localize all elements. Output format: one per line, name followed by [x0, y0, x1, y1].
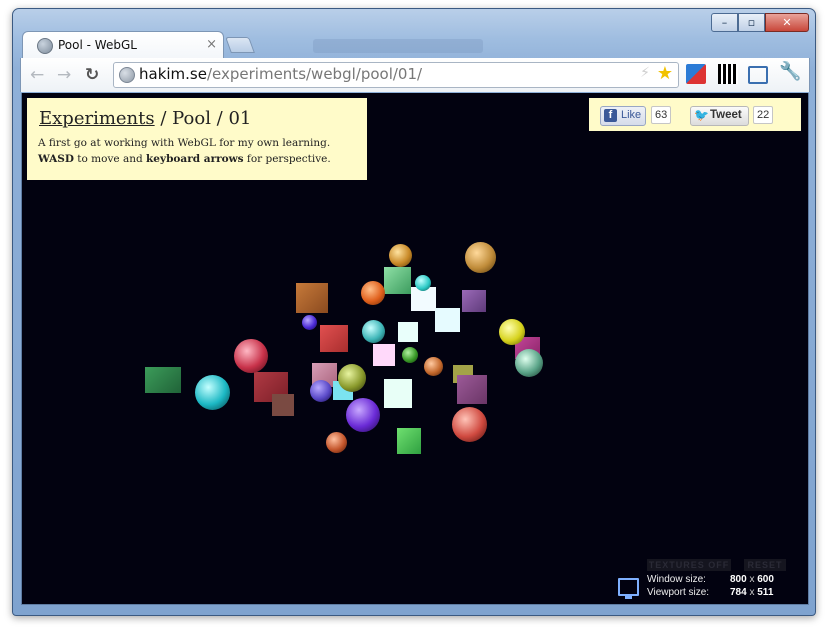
wasd-keys: WASD	[38, 153, 74, 165]
sphere	[415, 275, 431, 291]
sphere	[326, 432, 347, 453]
reset-button[interactable]: RESET	[744, 559, 786, 571]
sphere	[338, 364, 366, 392]
viewport-size-value: 784 x 511	[730, 587, 773, 598]
viewport-size-label: Viewport size:	[647, 587, 710, 598]
webgl-viewport[interactable]: Experiments / Pool / 01 A first go at wo…	[21, 93, 809, 605]
cube	[272, 394, 294, 416]
twitter-bird-icon: 🐦	[694, 108, 709, 122]
sphere	[465, 242, 496, 273]
cube	[296, 283, 328, 313]
url-host: hakim.se	[139, 65, 207, 83]
controls-hint: WASD to move and keyboard arrows for per…	[38, 153, 331, 165]
facebook-like-button[interactable]: f Like	[600, 106, 646, 126]
browser-toolbar: ← → ↻ hakim.se/experiments/webgl/pool/01…	[20, 58, 810, 92]
like-label: Like	[621, 109, 642, 121]
titlebar-reflection	[313, 39, 483, 53]
sphere	[361, 281, 385, 305]
address-bar[interactable]: hakim.se/experiments/webgl/pool/01/ ⚡ ★	[113, 62, 679, 88]
social-panel: f Like 63 🐦 Tweet 22	[589, 98, 801, 131]
experiments-link[interactable]: Experiments	[39, 108, 155, 129]
cube	[398, 322, 418, 342]
size-stats: Window size: 800 x 600 Viewport size: 78…	[611, 573, 808, 604]
window-width: 800	[730, 574, 747, 585]
screen-capture-extension-icon[interactable]	[748, 66, 768, 84]
sphere	[234, 339, 268, 373]
arrow-keys: keyboard arrows	[146, 153, 244, 165]
sphere	[424, 357, 443, 376]
cube	[384, 379, 412, 408]
cube	[435, 308, 460, 332]
hint-text-2: for perspective.	[243, 153, 331, 165]
bookmark-star-icon[interactable]: ★	[657, 63, 673, 84]
sphere	[302, 315, 317, 330]
minimize-button[interactable]: –	[711, 13, 738, 32]
qr-code-extension-icon[interactable]	[718, 64, 738, 84]
cube	[384, 267, 411, 294]
textures-toggle-button[interactable]: TEXTURES OFF	[647, 559, 731, 571]
like-count: 63	[651, 106, 672, 124]
cube	[320, 325, 348, 352]
cube	[397, 428, 421, 454]
description-line: A first go at working with WebGL for my …	[38, 137, 331, 149]
tweet-label: Tweet	[710, 109, 742, 121]
sphere	[195, 375, 230, 410]
window-size-label: Window size:	[647, 574, 706, 585]
sphere	[389, 244, 412, 267]
maximize-button[interactable]: ▫	[738, 13, 765, 32]
globe-icon	[37, 38, 53, 54]
hint-text-1: to move and	[73, 153, 147, 165]
page-icon	[119, 67, 135, 83]
browser-tab[interactable]: Pool - WebGL ×	[22, 31, 224, 59]
cube	[373, 344, 395, 366]
viewport-height: 511	[757, 587, 774, 598]
monitor-icon	[618, 578, 639, 599]
translate-extension-icon[interactable]	[686, 64, 706, 84]
sphere	[362, 320, 385, 343]
breadcrumb-rest: / Pool / 01	[154, 108, 252, 129]
viewport-width: 784	[730, 587, 747, 598]
tweet-count: 22	[753, 106, 774, 124]
sphere	[402, 347, 418, 363]
sphere	[499, 319, 525, 345]
sphere	[515, 349, 543, 377]
back-icon[interactable]: ←	[30, 65, 44, 85]
times-sign: x	[749, 587, 755, 598]
url-text: hakim.se/experiments/webgl/pool/01/	[139, 65, 422, 83]
tab-title: Pool - WebGL	[58, 38, 137, 52]
window-height: 600	[757, 574, 774, 585]
forward-icon[interactable]: →	[57, 65, 71, 85]
cube	[457, 375, 487, 404]
cube	[145, 367, 181, 393]
tweet-button[interactable]: 🐦 Tweet	[690, 106, 749, 126]
window-size-value: 800 x 600	[730, 574, 774, 585]
close-window-button[interactable]: ✕	[765, 13, 809, 32]
wrench-icon[interactable]: 🔧	[779, 61, 801, 82]
close-tab-icon[interactable]: ×	[206, 37, 217, 52]
sphere	[346, 398, 380, 432]
lightning-icon: ⚡	[640, 65, 650, 81]
url-path: /experiments/webgl/pool/01/	[206, 65, 423, 83]
page-title: Experiments / Pool / 01	[39, 108, 251, 129]
info-panel: Experiments / Pool / 01 A first go at wo…	[27, 98, 367, 180]
sphere	[452, 407, 487, 442]
window-controls: – ▫ ✕	[711, 13, 809, 32]
facebook-icon: f	[604, 109, 617, 122]
reload-icon[interactable]: ↻	[85, 65, 99, 85]
cube	[462, 290, 486, 312]
sphere	[310, 380, 332, 402]
times-sign: x	[749, 574, 755, 585]
